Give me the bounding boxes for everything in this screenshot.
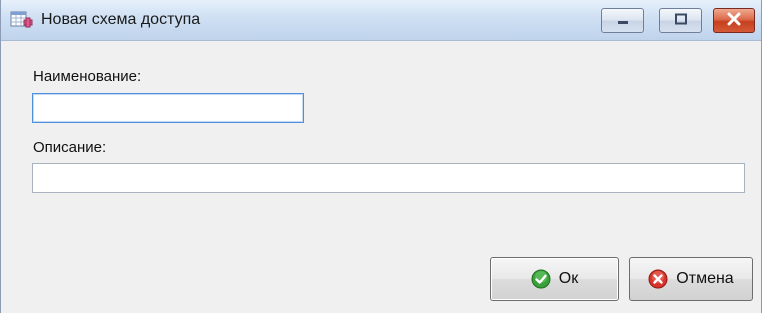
title-bar[interactable]: Новая схема доступа [1,0,761,41]
red-x-icon [648,269,668,289]
dialog-content: Наименование: Описание: Ок Отмена [1,41,761,313]
cancel-label: Отмена [676,270,734,287]
name-label: Наименование: [33,68,142,85]
minimize-icon [616,12,630,29]
window-title: Новая схема доступа [41,11,201,28]
close-button[interactable] [713,8,755,33]
minimize-button[interactable] [601,8,644,33]
dialog-window: Новая схема доступа Наименование: Описан… [0,0,762,313]
maximize-icon [674,12,688,29]
description-input[interactable] [32,163,745,193]
close-icon [726,12,742,30]
maximize-button[interactable] [659,8,702,33]
name-input[interactable] [32,93,304,123]
ok-label: Ок [558,270,579,287]
ok-button[interactable]: Ок [490,257,619,301]
app-table-icon [10,9,34,31]
cancel-button[interactable]: Отмена [629,257,753,301]
green-check-icon [531,269,551,289]
description-label: Описание: [33,139,107,156]
